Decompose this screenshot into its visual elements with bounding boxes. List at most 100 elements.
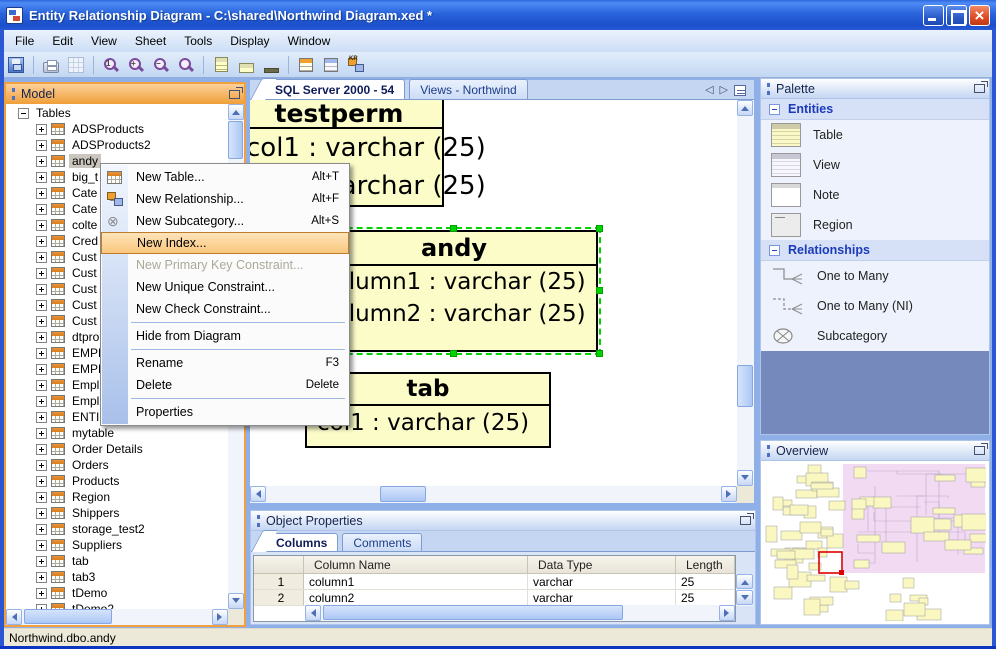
- menu-item-new-table[interactable]: New Table... Alt+T: [101, 166, 349, 188]
- grid-cell[interactable]: varchar: [528, 590, 676, 605]
- tree-item-suppliers[interactable]: Suppliers: [6, 537, 228, 553]
- expand-icon[interactable]: [36, 443, 47, 455]
- expand-icon[interactable]: [36, 203, 47, 215]
- tree-item-tdemo2[interactable]: tDemo2: [6, 601, 228, 609]
- zoom-actual-icon[interactable]: 1: [100, 54, 122, 76]
- scroll-up-button[interactable]: [737, 100, 753, 116]
- menu-item-new-unique-constraint[interactable]: New Unique Constraint...: [101, 276, 349, 298]
- tree-item-storage-test2[interactable]: storage_test2: [6, 521, 228, 537]
- scroll-right-button[interactable]: [721, 486, 737, 502]
- selection-handle[interactable]: [596, 225, 603, 232]
- expand-icon[interactable]: [36, 587, 47, 599]
- entity-detail-full-icon[interactable]: [210, 54, 232, 76]
- grid-cell[interactable]: varchar: [528, 574, 676, 589]
- tree-item-products[interactable]: Products: [6, 473, 228, 489]
- vscroll-thumb[interactable]: [737, 365, 753, 407]
- selection-handle[interactable]: [596, 287, 603, 294]
- zoom-out-icon[interactable]: −: [150, 54, 172, 76]
- hscroll-thumb[interactable]: [380, 486, 426, 502]
- grid-hscrollbar[interactable]: [305, 605, 735, 621]
- menu-item-new-check-constraint[interactable]: New Check Constraint...: [101, 298, 349, 320]
- expand-icon[interactable]: [36, 139, 47, 151]
- tree-item-orders[interactable]: Orders: [6, 457, 228, 473]
- float-panel-icon[interactable]: [740, 513, 754, 525]
- expand-icon[interactable]: [36, 347, 47, 359]
- entity-andy[interactable]: andy column1 : varchar (25) column2 : varc…: [305, 225, 603, 357]
- expand-icon[interactable]: [36, 411, 47, 423]
- selection-handle[interactable]: [450, 350, 457, 357]
- expand-icon[interactable]: [36, 283, 47, 295]
- expand-icon[interactable]: [36, 459, 47, 471]
- expand-icon[interactable]: [36, 475, 47, 487]
- zoom-tool-icon[interactable]: [175, 54, 197, 76]
- expand-icon[interactable]: [36, 379, 47, 391]
- panel-grip[interactable]: [767, 82, 770, 95]
- scroll-down-button[interactable]: [736, 590, 753, 605]
- grid-vscrollbar[interactable]: [736, 574, 753, 606]
- show-views-icon[interactable]: [320, 54, 342, 76]
- palette-group-relationships[interactable]: Relationships: [761, 240, 989, 261]
- float-panel-icon[interactable]: [974, 443, 988, 455]
- grid-header-rownum[interactable]: [254, 556, 304, 573]
- expand-icon[interactable]: [36, 155, 47, 167]
- expand-icon[interactable]: [36, 123, 47, 135]
- scroll-left-button[interactable]: [250, 486, 266, 502]
- collapse-icon[interactable]: [769, 103, 780, 115]
- menu-view[interactable]: View: [82, 31, 126, 51]
- tab-comments[interactable]: Comments: [342, 533, 423, 551]
- expand-icon[interactable]: [36, 267, 47, 279]
- expand-icon[interactable]: [36, 315, 47, 327]
- tree-root-tables[interactable]: Tables: [6, 105, 228, 121]
- collapse-icon[interactable]: [769, 244, 780, 256]
- grid-icon[interactable]: [65, 54, 87, 76]
- tab-scroll-left-icon[interactable]: ◁: [705, 85, 713, 96]
- scroll-left-button[interactable]: [305, 605, 321, 621]
- entity-detail-title-icon[interactable]: [235, 54, 257, 76]
- print-icon[interactable]: [40, 54, 62, 76]
- expand-icon[interactable]: [36, 507, 47, 519]
- tree-item-order-details[interactable]: Order Details: [6, 441, 228, 457]
- tree-item-mytable[interactable]: mytable: [6, 425, 228, 441]
- palette-header[interactable]: Palette: [761, 79, 989, 99]
- palette-item-region[interactable]: Region: [761, 210, 989, 240]
- menu-sheet[interactable]: Sheet: [126, 31, 175, 51]
- canvas-hscrollbar[interactable]: [250, 486, 737, 503]
- tab-views-northwind[interactable]: Views - Northwind: [409, 79, 528, 99]
- menu-window[interactable]: Window: [279, 31, 340, 51]
- object-properties-header[interactable]: Object Properties: [251, 511, 755, 531]
- menu-file[interactable]: File: [6, 31, 43, 51]
- menu-item-delete[interactable]: Delete Delete: [101, 374, 349, 396]
- palette-item-table[interactable]: Table: [761, 120, 989, 150]
- menu-item-new-subcategory[interactable]: ⊗ New Subcategory... Alt+S: [101, 210, 349, 232]
- expand-icon[interactable]: [36, 219, 47, 231]
- menu-display[interactable]: Display: [221, 31, 278, 51]
- entity-detail-line-icon[interactable]: [260, 54, 282, 76]
- tree-item-adsproducts2[interactable]: ADSProducts2: [6, 137, 228, 153]
- scroll-down-button[interactable]: [737, 470, 753, 486]
- palette-item-view[interactable]: View: [761, 150, 989, 180]
- overview-header[interactable]: Overview: [761, 441, 989, 461]
- vscroll-thumb[interactable]: [228, 121, 243, 159]
- selection-handle[interactable]: [596, 350, 603, 357]
- titlebar[interactable]: Entity Relationship Diagram - C:\shared\…: [0, 0, 996, 30]
- foreign-key-icon[interactable]: KR: [345, 54, 367, 76]
- expand-icon[interactable]: [36, 571, 47, 583]
- grid-header-length[interactable]: Length: [676, 556, 735, 573]
- tree-item-tab3[interactable]: tab3: [6, 569, 228, 585]
- expand-icon[interactable]: [36, 491, 47, 503]
- expand-icon[interactable]: [36, 363, 47, 375]
- overview-minimap[interactable]: [764, 463, 991, 622]
- scroll-left-button[interactable]: [6, 609, 22, 625]
- expand-icon[interactable]: [36, 235, 47, 247]
- menu-edit[interactable]: Edit: [43, 31, 82, 51]
- show-tables-icon[interactable]: [295, 54, 317, 76]
- maximize-button[interactable]: [946, 4, 967, 26]
- tree-item-tdemo[interactable]: tDemo: [6, 585, 228, 601]
- save-icon[interactable]: [5, 54, 27, 76]
- hscroll-thumb[interactable]: [323, 605, 623, 620]
- scroll-up-button[interactable]: [736, 574, 753, 589]
- expand-icon[interactable]: [36, 395, 47, 407]
- menu-tools[interactable]: Tools: [175, 31, 221, 51]
- expand-icon[interactable]: [36, 331, 47, 343]
- grid-row[interactable]: 2 column2 varchar 25: [254, 590, 735, 606]
